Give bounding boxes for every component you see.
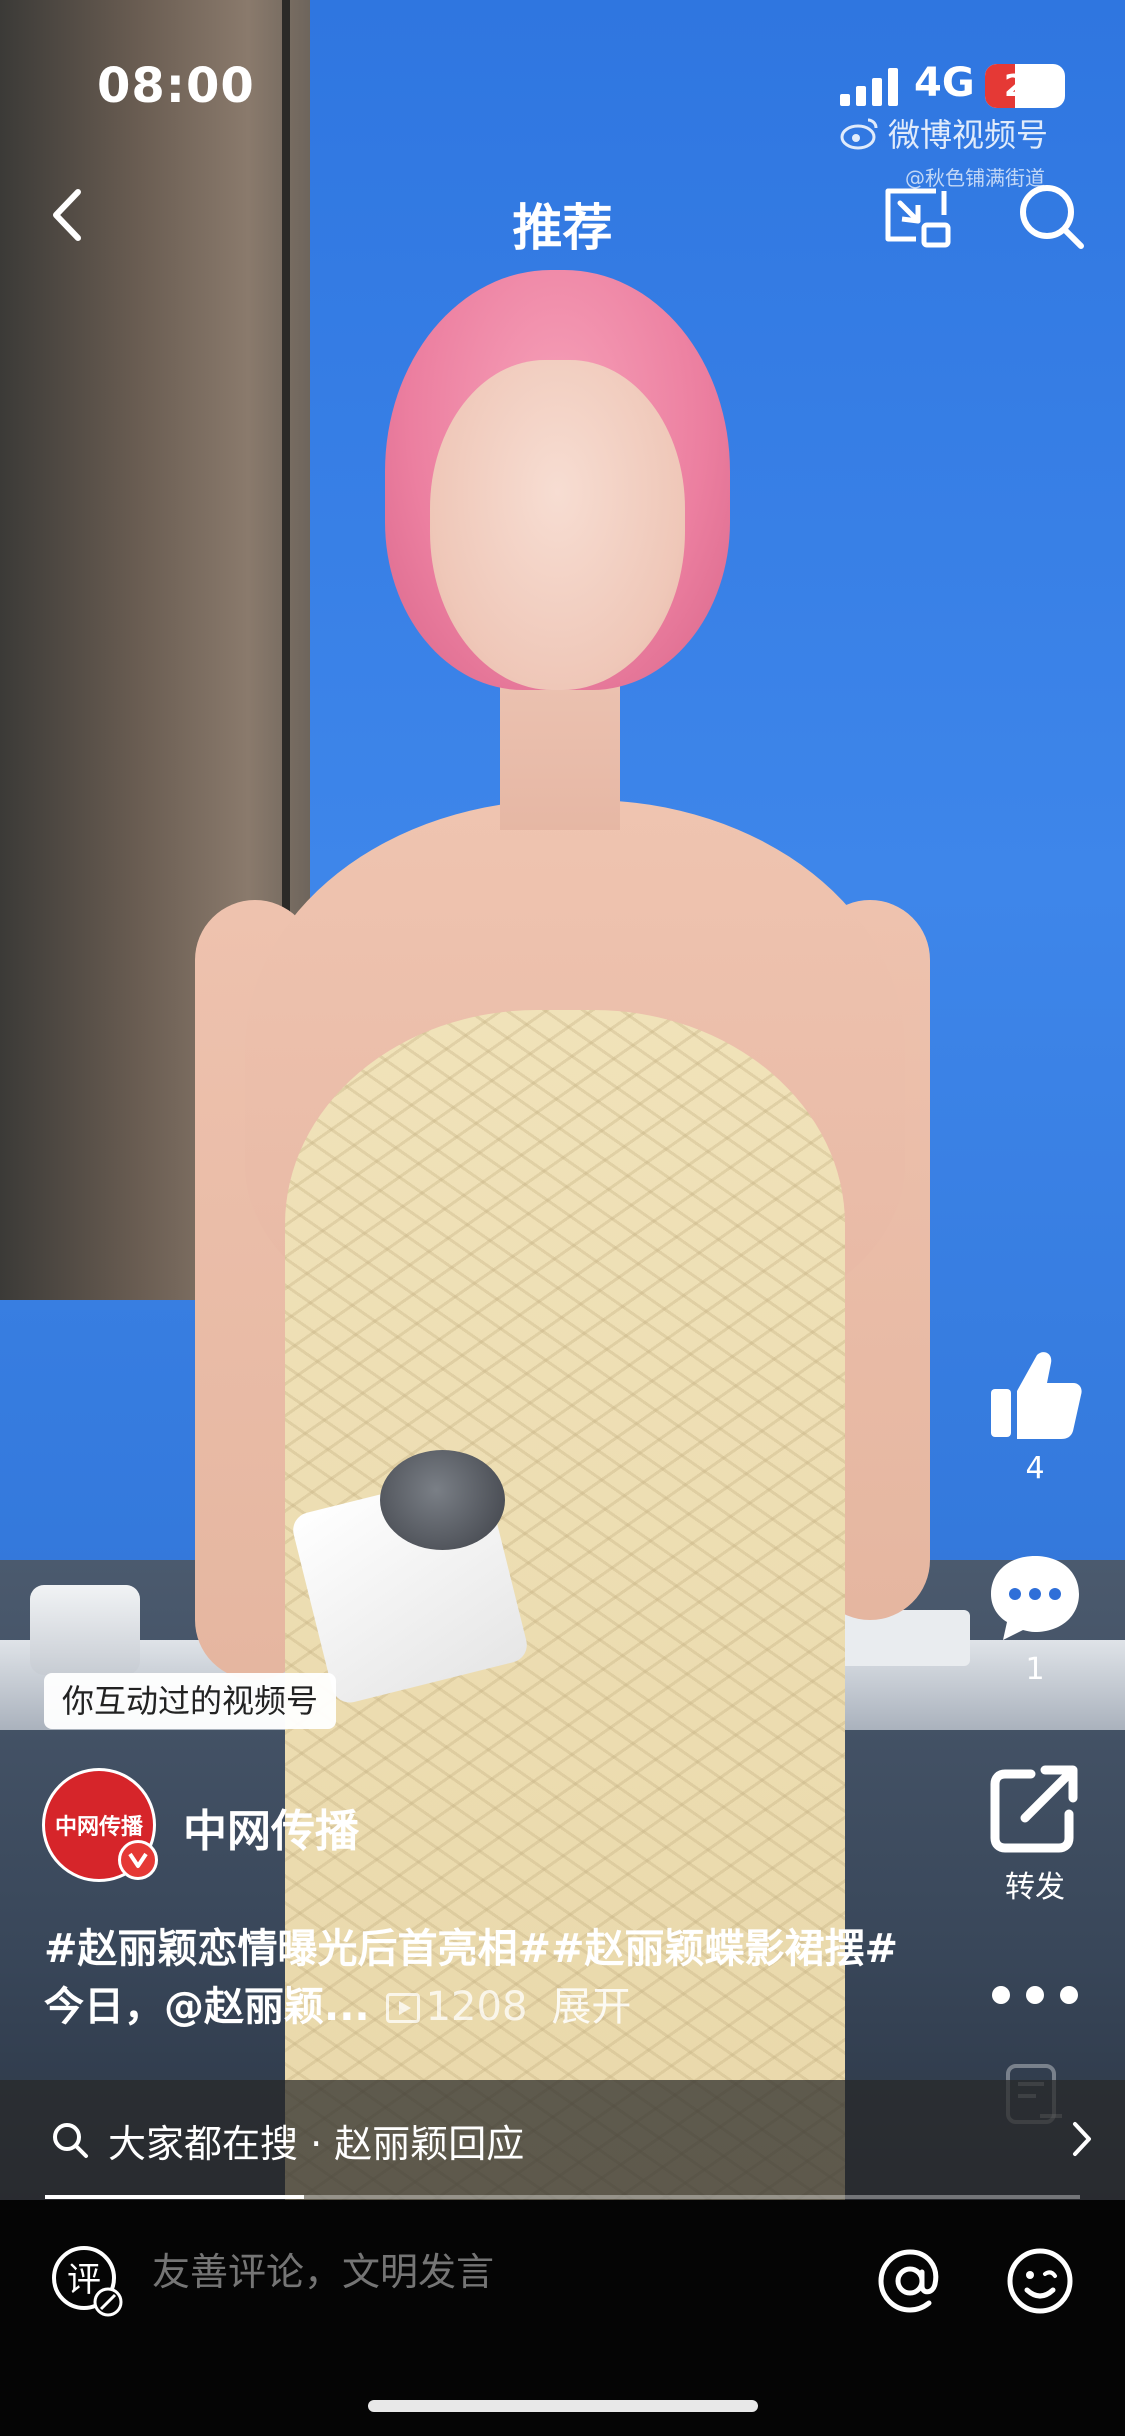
video-progress-fill bbox=[45, 2195, 304, 2199]
comment-count: 1 bbox=[1025, 1652, 1045, 1687]
expand-link[interactable]: 展开 bbox=[551, 1984, 631, 2030]
battery-level: 20 bbox=[1004, 68, 1046, 104]
author-name[interactable]: 中网传播 bbox=[183, 1795, 359, 1859]
home-indicator[interactable] bbox=[368, 2400, 758, 2412]
interaction-tag: 你互动过的视频号 bbox=[44, 1673, 337, 1729]
hot-search-text: 大家都在搜 · 赵丽颖回应 bbox=[108, 2121, 525, 2166]
network-type: 4G bbox=[914, 60, 975, 106]
comment-button[interactable]: 1 bbox=[945, 1550, 1125, 1687]
play-count: 1208 bbox=[385, 1984, 528, 2030]
emoji-icon[interactable] bbox=[1003, 2244, 1077, 2318]
person-face bbox=[430, 360, 685, 690]
background-jar bbox=[30, 1585, 140, 1675]
weibo-logo-icon bbox=[840, 118, 878, 150]
battery-icon: 20 bbox=[985, 64, 1065, 108]
mention-at-icon[interactable] bbox=[873, 2244, 947, 2318]
picture-in-picture-icon[interactable] bbox=[880, 183, 952, 251]
verified-badge-icon bbox=[118, 1840, 158, 1880]
comment-bubble-icon bbox=[991, 1556, 1079, 1640]
comment-input[interactable] bbox=[152, 2250, 852, 2294]
comment-bar: 评 bbox=[0, 2200, 1125, 2436]
page-title: 推荐 bbox=[512, 199, 613, 257]
chevron-right-icon bbox=[1073, 2122, 1091, 2156]
hot-search-bar[interactable]: 大家都在搜 · 赵丽颖回应 bbox=[0, 2080, 1125, 2200]
share-icon bbox=[990, 1765, 1078, 1853]
more-options-button[interactable] bbox=[945, 1980, 1125, 2010]
more-dots-icon bbox=[992, 1986, 1078, 2004]
status-time: 08:00 bbox=[97, 58, 255, 114]
share-label: 转发 bbox=[1005, 1870, 1065, 1905]
avatar-text: 中网传播 bbox=[54, 1815, 143, 1840]
play-count-value: 1208 bbox=[425, 1984, 528, 2030]
microphone-head bbox=[380, 1450, 505, 1550]
like-count: 4 bbox=[1025, 1451, 1045, 1486]
video-progress-bar[interactable] bbox=[45, 2195, 1080, 2199]
search-small-icon bbox=[53, 2123, 88, 2158]
like-button[interactable]: 4 bbox=[945, 1345, 1125, 1486]
status-bar: 08:00 4G 20 微博视频号 @秋色铺满街道 bbox=[0, 0, 1125, 190]
watermark-brand: 微博视频号 bbox=[888, 116, 1049, 154]
comment-compose-char: 评 bbox=[67, 2260, 101, 2300]
share-button[interactable]: 转发 bbox=[945, 1760, 1125, 1906]
thumbs-up-icon bbox=[991, 1352, 1082, 1439]
search-icon[interactable] bbox=[1015, 180, 1087, 252]
video-caption[interactable]: #赵丽颖恋情曝光后首亮相##赵丽颖蝶影裙摆#今日，@赵丽颖... 1208 展开 bbox=[44, 1920, 924, 2036]
comment-compose-icon[interactable]: 评 bbox=[48, 2242, 126, 2320]
signal-icon bbox=[840, 66, 900, 106]
weibo-watermark: 微博视频号 bbox=[840, 110, 1048, 156]
play-count-icon bbox=[385, 1993, 420, 2023]
